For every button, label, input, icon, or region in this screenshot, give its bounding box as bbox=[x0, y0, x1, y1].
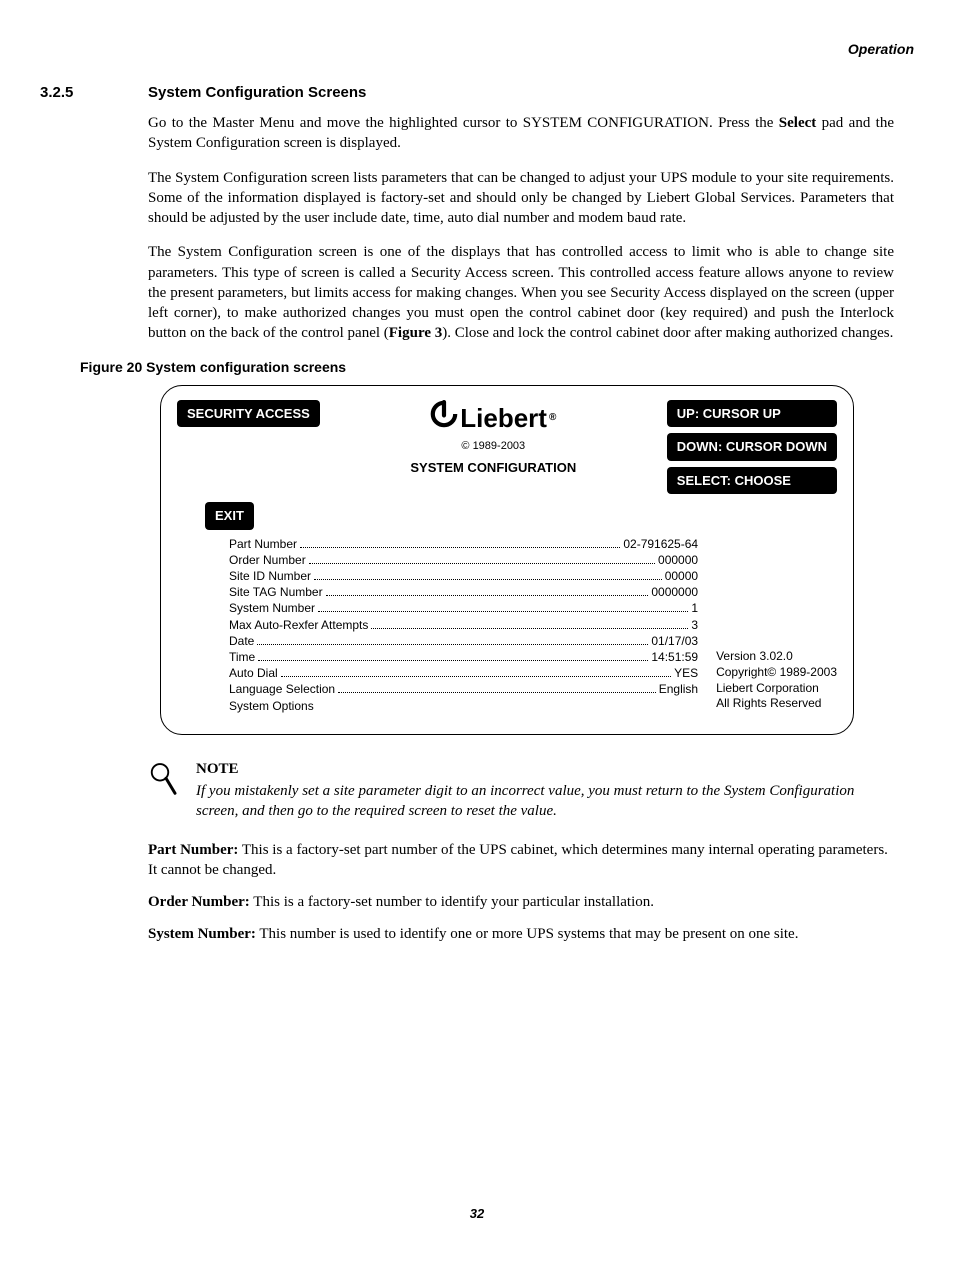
param-dots bbox=[338, 683, 656, 694]
note-heading: NOTE bbox=[196, 759, 894, 779]
paragraph-2: The System Configuration screen lists pa… bbox=[148, 168, 894, 229]
param-label: System Number bbox=[229, 600, 315, 616]
page-number: 32 bbox=[40, 1205, 914, 1223]
nav-up-button[interactable]: UP: CURSOR UP bbox=[667, 400, 837, 428]
def-term: Part Number: bbox=[148, 842, 238, 858]
param-row: Order Number 000000 bbox=[229, 552, 698, 568]
param-value: 1 bbox=[691, 600, 698, 616]
paragraph-3: The System Configuration screen is one o… bbox=[148, 242, 894, 343]
param-row: Language Selection English bbox=[229, 681, 698, 697]
version-line: Liebert Corporation bbox=[716, 681, 837, 697]
figure-caption: Figure 20 System configuration screens bbox=[80, 358, 914, 377]
param-value: 000000 bbox=[658, 552, 698, 568]
param-value: 01/17/03 bbox=[651, 633, 698, 649]
param-dots bbox=[257, 634, 648, 645]
liebert-logo-icon bbox=[430, 400, 458, 437]
param-label: Site TAG Number bbox=[229, 584, 323, 600]
version-block: Version 3.02.0 Copyright© 1989-2003 Lieb… bbox=[716, 649, 837, 713]
def-body: This is a factory-set number to identify… bbox=[250, 894, 654, 910]
param-row: Date 01/17/03 bbox=[229, 633, 698, 649]
param-dots bbox=[281, 666, 671, 677]
def-order-number: Order Number: This is a factory-set numb… bbox=[148, 892, 894, 912]
magnifier-icon bbox=[148, 759, 178, 805]
exit-row: EXIT bbox=[205, 502, 837, 530]
paragraph-1: Go to the Master Menu and move the highl… bbox=[148, 113, 894, 154]
liebert-logo: Liebert® bbox=[430, 400, 556, 437]
param-label: Auto Dial bbox=[229, 665, 278, 681]
param-dots bbox=[309, 553, 655, 564]
running-header: Operation bbox=[40, 40, 914, 59]
param-label: Time bbox=[229, 649, 255, 665]
def-term: Order Number: bbox=[148, 894, 250, 910]
param-label: Language Selection bbox=[229, 681, 335, 697]
section-number: 3.2.5 bbox=[40, 83, 130, 103]
section-heading-row: 3.2.5 System Configuration Screens bbox=[40, 83, 914, 103]
param-dots bbox=[318, 602, 688, 613]
p3-figref: Figure 3 bbox=[389, 325, 442, 341]
param-row: Auto Dial YES bbox=[229, 665, 698, 681]
param-dots bbox=[258, 650, 648, 661]
section-title: System Configuration Screens bbox=[148, 83, 366, 103]
param-value: English bbox=[659, 681, 698, 697]
param-row: Site ID Number 00000 bbox=[229, 568, 698, 584]
param-label: Site ID Number bbox=[229, 568, 311, 584]
version-line: Copyright© 1989-2003 bbox=[716, 665, 837, 681]
param-row: Max Auto-Rexfer Attempts 3 bbox=[229, 617, 698, 633]
def-term: System Number: bbox=[148, 926, 256, 942]
param-dots bbox=[371, 618, 688, 629]
p3c: ). Close and lock the control cabinet do… bbox=[442, 325, 893, 341]
def-body: This number is used to identify one or m… bbox=[256, 926, 799, 942]
param-label: Date bbox=[229, 633, 254, 649]
exit-button[interactable]: EXIT bbox=[205, 502, 254, 530]
security-access-badge: SECURITY ACCESS bbox=[177, 400, 320, 428]
version-line: Version 3.02.0 bbox=[716, 649, 837, 665]
def-body: This is a factory-set part number of the… bbox=[148, 842, 888, 878]
screen-top-row: SECURITY ACCESS Liebert® © 1989-2003 SYS… bbox=[177, 400, 837, 495]
param-row: System Number 1 bbox=[229, 600, 698, 616]
version-line: All Rights Reserved bbox=[716, 696, 837, 712]
param-value: 3 bbox=[691, 617, 698, 633]
config-screen-figure: SECURITY ACCESS Liebert® © 1989-2003 SYS… bbox=[160, 385, 854, 735]
nav-select-button[interactable]: SELECT: CHOOSE bbox=[667, 467, 837, 495]
param-value: 0000000 bbox=[651, 584, 698, 600]
p1-select: Select bbox=[779, 115, 816, 131]
note-block: NOTE If you mistakenly set a site parame… bbox=[148, 759, 894, 822]
param-value: 02-791625-64 bbox=[623, 536, 698, 552]
param-label: Max Auto-Rexfer Attempts bbox=[229, 617, 368, 633]
p1a: Go to the Master Menu and move the highl… bbox=[148, 115, 779, 131]
param-dots bbox=[314, 569, 662, 580]
screen-title: SYSTEM CONFIGURATION bbox=[332, 459, 655, 477]
param-value: YES bbox=[674, 665, 698, 681]
nav-down-button[interactable]: DOWN: CURSOR DOWN bbox=[667, 433, 837, 461]
param-row: Part Number 02-791625-64 bbox=[229, 536, 698, 552]
param-label: Order Number bbox=[229, 552, 306, 568]
def-system-number: System Number: This number is used to id… bbox=[148, 924, 894, 944]
param-value: 00000 bbox=[665, 568, 698, 584]
param-dots bbox=[300, 537, 620, 548]
liebert-logo-r: ® bbox=[549, 411, 556, 425]
param-list: Part Number 02-791625-64 Order Number 0000… bbox=[229, 536, 698, 714]
param-row: Time 14:51:59 bbox=[229, 649, 698, 665]
logo-copyright: © 1989-2003 bbox=[332, 439, 655, 454]
liebert-logo-text: Liebert bbox=[460, 401, 547, 436]
param-value: 14:51:59 bbox=[651, 649, 698, 665]
def-part-number: Part Number: This is a factory-set part … bbox=[148, 840, 894, 881]
note-body: If you mistakenly set a site parameter d… bbox=[196, 781, 894, 822]
param-dots bbox=[326, 585, 649, 596]
param-label: Part Number bbox=[229, 536, 297, 552]
param-row: Site TAG Number 0000000 bbox=[229, 584, 698, 600]
param-system-options: System Options bbox=[229, 698, 698, 714]
